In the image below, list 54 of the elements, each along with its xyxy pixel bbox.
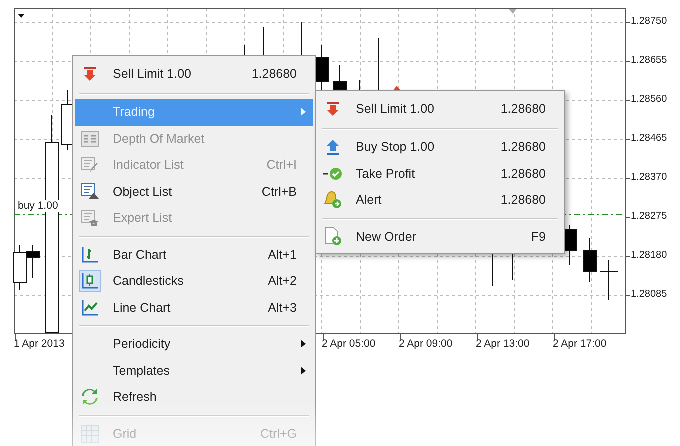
price-label: 1.28465 (631, 133, 668, 144)
price-label: 1.28180 (631, 250, 668, 261)
dash-check-icon (323, 166, 343, 181)
candlestick (13, 244, 27, 290)
menu-item[interactable]: Buy Stop 1.00 1.28680 (318, 134, 562, 160)
menu-item[interactable]: Templates (75, 358, 313, 384)
list-pencil-icon (81, 156, 99, 174)
up-arrow-icon (326, 140, 340, 155)
bell-icon (324, 191, 342, 210)
candlestick (583, 238, 597, 282)
price-label: 1.28370 (631, 172, 668, 183)
time-label: 1 Apr 2013 (14, 338, 65, 350)
price-label: 1.28275 (631, 211, 668, 222)
menu-item[interactable]: Object List Ctrl+B (75, 178, 313, 205)
menu-item[interactable]: Bar Chart Alt+1 (75, 242, 313, 268)
price-label: 1.28560 (631, 94, 668, 105)
candlestick (600, 260, 618, 300)
document-add-icon (324, 227, 342, 246)
bar-chart-icon (81, 246, 99, 264)
line-chart-icon (81, 298, 99, 317)
menu-item[interactable]: Sell Limit 1.00 1.28680 (75, 59, 313, 89)
list-shapes-icon (81, 183, 99, 200)
price-label: 1.28085 (631, 289, 668, 300)
candlestick (315, 44, 329, 90)
candlestick (333, 64, 347, 90)
order-label: buy 1.00 (17, 200, 60, 212)
refresh-icon (81, 388, 99, 406)
down-arrow-icon (326, 102, 340, 116)
time-label: 2 Apr 09:00 (399, 338, 453, 350)
candlestick-icon (81, 272, 99, 290)
candlestick (378, 38, 380, 90)
price-label: 1.28750 (631, 16, 668, 27)
menu-item[interactable]: Alert 1.28680 (318, 187, 562, 214)
down-arrow-icon (83, 66, 97, 82)
menu-item[interactable]: Sell Limit 1.00 1.28680 (318, 94, 562, 124)
menu-item[interactable]: Refresh (75, 384, 313, 410)
down-triangle-icon (509, 9, 517, 14)
menu-item[interactable]: Line Chart Alt+3 (75, 294, 313, 321)
menu-item[interactable]: Candlesticks Alt+2 (75, 268, 313, 294)
grid-icon (81, 424, 99, 443)
menu-item[interactable]: Periodicity (75, 331, 313, 358)
candlestick (26, 244, 40, 278)
menu-item[interactable]: Take Profit 1.28680 (318, 160, 562, 187)
price-label: 1.28655 (631, 55, 668, 66)
table-icon (81, 130, 99, 147)
time-label: 2 Apr 17:00 (553, 338, 607, 350)
candlestick (492, 254, 494, 286)
candlestick (244, 44, 246, 56)
time-label: 2 Apr 05:00 (322, 338, 376, 350)
list-hat-icon (81, 210, 99, 227)
menu-item[interactable]: New Order F9 (318, 224, 562, 250)
candlestick (512, 254, 514, 280)
down-triangle-icon (18, 14, 25, 18)
time-label: 2 Apr 13:00 (476, 338, 530, 350)
